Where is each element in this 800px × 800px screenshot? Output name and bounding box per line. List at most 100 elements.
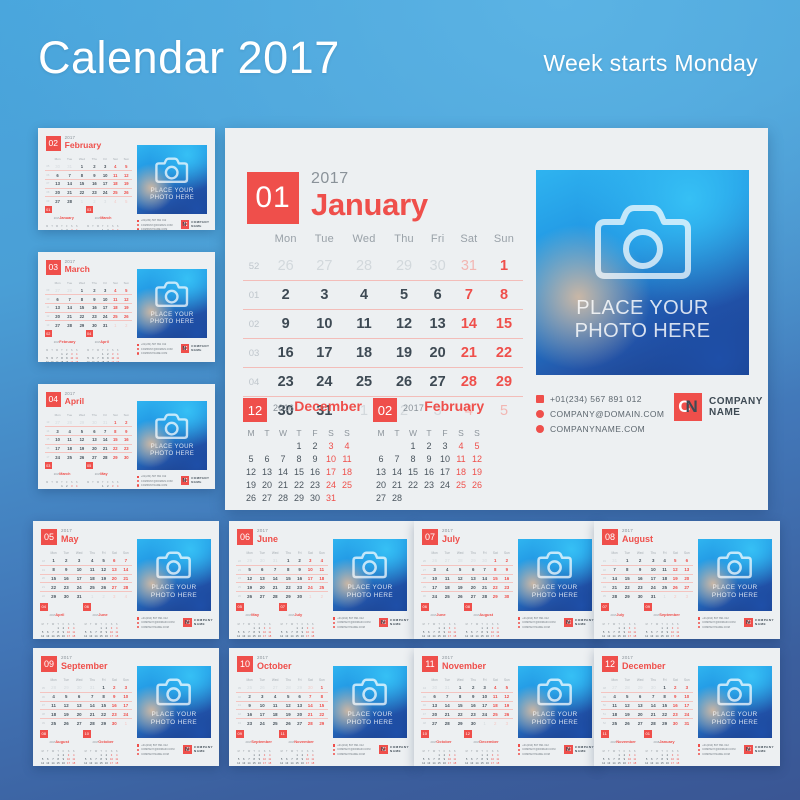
thumbnail-card-august[interactable]: 08 2017 August Mon Tue Wed Thu Fri Sat Sun 31 31 1 2 3… [594, 521, 780, 639]
day-cell[interactable]: 10 [306, 309, 343, 339]
day-cell[interactable]: 7 [452, 280, 485, 310]
day-cell[interactable]: 25 [342, 367, 386, 397]
day-cell[interactable]: 29 [484, 367, 523, 397]
thumb-mini-month: October [98, 739, 114, 744]
thumb-day-cell: 5 [98, 557, 109, 566]
day-cell[interactable]: 23 [265, 367, 307, 397]
day-cell[interactable]: 6 [422, 280, 453, 310]
mini-day-cell [373, 439, 389, 452]
thumb-photo-placeholder[interactable]: PLACE YOUR PHOTO HERE [518, 666, 592, 738]
mini-calendar-next[interactable]: 02 2017February M T W T F S S 1 2 3 4 5 6 7 8 9 10 11 12 13 14… [373, 398, 485, 505]
camera-icon [717, 551, 753, 579]
day-cell[interactable]: 1 [484, 252, 523, 281]
thumb-day-cell: 22 [315, 709, 328, 720]
day-cell[interactable]: 26 [385, 367, 423, 397]
day-cell[interactable]: 12 [385, 309, 423, 339]
thumb-mini-next: 012018January M T W T F S S 1 2 3 4 5 6 7 8 9 10 11 12 13 14 1… [644, 730, 680, 766]
thumb-day-cell: 30 [51, 162, 65, 172]
thumbnail-card-april[interactable]: 04 2017 April Mon Tue Wed Thu Fri Sat Sun 13 27 28 29… [38, 384, 215, 489]
thumb-photo-placeholder[interactable]: PLACE YOUR PHOTO HERE [136, 269, 208, 338]
thumb-company-name: COMPANY NAME [191, 220, 210, 228]
thumbnail-card-may[interactable]: 05 2017 May Mon Tue Wed Thu Fri Sat Sun 18 1 2 3 4 5 6 7 1… [33, 521, 219, 639]
mini-month-name: February [424, 398, 485, 414]
thumbnail-card-november[interactable]: 11 2017 November Mon Tue Wed Thu Fri Sat Sun 44 30 3… [414, 648, 600, 766]
day-cell[interactable]: 22 [484, 338, 523, 368]
thumb-photo-placeholder[interactable]: PLACE YOUR PHOTO HERE [518, 539, 592, 611]
day-cell[interactable]: 9 [265, 309, 307, 339]
company-logo[interactable]: CN COMPANY NAME [674, 393, 763, 421]
thumb-week-number: 43 [237, 721, 241, 726]
mini-calendar-previous[interactable]: 12 2016December M T W T F S S 1 2 3 4 5 6 7 8 9 10 11 12 13 14… [243, 398, 362, 505]
thumb-mini-month: May [100, 472, 108, 477]
thumb-day-cell: 3 [100, 286, 111, 296]
thumb-mini-month: March [100, 216, 112, 221]
day-cell[interactable]: 2 [265, 280, 307, 310]
day-cell[interactable]: 21 [452, 338, 485, 368]
thumb-photo-placeholder[interactable]: PLACE YOUR PHOTO HERE [136, 401, 208, 470]
phone-icon [333, 744, 336, 747]
thumbnail-card-june[interactable]: 06 2017 June Mon Tue Wed Thu Fri Sat Sun 22 29 30 31 1… [229, 521, 415, 639]
thumb-photo-placeholder[interactable]: PLACE YOUR PHOTO HERE [698, 666, 772, 738]
thumb-mini-month: March [59, 472, 71, 477]
thumb-day-cell: 31 [607, 557, 622, 566]
day-cell[interactable]: 27 [422, 367, 453, 397]
photo-placeholder-text: PLACE YOUR PHOTO HERE [574, 297, 711, 342]
thumb-photo-placeholder[interactable]: PLACE YOUR PHOTO HERE [698, 539, 772, 611]
day-cell[interactable]: 17 [306, 338, 343, 368]
thumb-photo-placeholder[interactable]: PLACE YOUR PHOTO HERE [136, 145, 208, 214]
thumbnail-card-february[interactable]: 02 2017 February Mon Tue Wed Thu Fri Sat Sun 05 30 3… [38, 128, 215, 230]
thumb-mini-number: 01 [644, 730, 652, 738]
thumb-day-cell: 16 [669, 701, 681, 711]
day-cell[interactable]: 19 [385, 338, 423, 368]
thumbnail-card-march[interactable]: 03 2017 March Mon Tue Wed Thu Fri Sat Sun 09 27 28 1 2… [38, 252, 215, 362]
day-cell[interactable]: 20 [422, 338, 453, 368]
thumb-mini-number: 01 [44, 206, 52, 214]
thumb-day-cell: 23 [108, 709, 120, 720]
day-cell[interactable]: 15 [484, 309, 523, 339]
thumb-photo-placeholder[interactable]: PLACE YOUR PHOTO HERE [137, 539, 211, 611]
thumb-day-cell: 3 [100, 162, 111, 172]
day-cell[interactable]: 28 [342, 252, 386, 281]
month-grid[interactable]: Mon Tue Wed Thu Fri Sat Sun 52 26 27 28 29 30 31 1 01 2 3… [243, 233, 523, 425]
thumbnail-card-july[interactable]: 07 2017 July Mon Tue Wed Thu Fri Sat Sun 26 26 27 28 2… [414, 521, 600, 639]
day-cell[interactable]: 27 [306, 252, 343, 281]
thumb-mini-month: October [436, 739, 452, 744]
thumb-week-number: 44 [421, 684, 428, 693]
thumb-photo-placeholder[interactable]: PLACE YOUR PHOTO HERE [333, 539, 407, 611]
day-cell[interactable]: 5 [485, 397, 523, 426]
day-cell[interactable]: 14 [452, 309, 485, 339]
day-cell[interactable]: 28 [452, 367, 485, 397]
day-cell[interactable]: 5 [385, 280, 423, 310]
thumb-day-cell: 3 [427, 565, 442, 575]
thumb-photo-placeholder[interactable]: PLACE YOUR PHOTO HERE [137, 666, 211, 738]
thumb-day-cell: 6 [88, 426, 101, 436]
day-cell[interactable]: 18 [342, 338, 386, 368]
day-cell[interactable]: 3 [306, 280, 343, 310]
day-cell[interactable]: 31 [452, 252, 485, 281]
day-cell[interactable]: 4 [342, 280, 386, 310]
thumb-day-cell: 18 [315, 574, 328, 584]
thumb-photo-text: PLACE YOUR PHOTO HERE [346, 584, 394, 599]
thumb-photo-placeholder[interactable]: PLACE YOUR PHOTO HERE [333, 666, 407, 738]
day-cell[interactable]: 29 [385, 252, 423, 281]
day-cell[interactable]: 11 [342, 309, 386, 339]
thumb-day-cell: 29 [624, 593, 630, 599]
main-calendar-card[interactable]: 01 2017 January Mon Tue Wed Thu Fri Sat Sun 52 2… [225, 128, 768, 510]
photo-placeholder[interactable]: PLACE YOUR PHOTO HERE [536, 170, 749, 375]
mini-day-cell: 12 [471, 453, 482, 464]
day-cell[interactable]: 24 [306, 367, 343, 397]
month-number-badge: 01 [247, 172, 299, 224]
mini-weekday: S [344, 428, 350, 438]
day-cell[interactable]: 16 [265, 338, 307, 368]
thumbnail-card-december[interactable]: 12 2017 December Mon Tue Wed Thu Fri Sat Sun 48 27 2… [594, 648, 780, 766]
day-cell[interactable]: 30 [422, 252, 453, 281]
thumb-day-cell: 25 [612, 720, 618, 726]
thumbnail-card-october[interactable]: 10 2017 October Mon Tue Wed Thu Fri Sat Sun 39 25 26… [229, 648, 415, 766]
day-cell[interactable]: 8 [484, 280, 523, 310]
thumb-day-cell: 2 [242, 692, 257, 702]
thumbnail-card-september[interactable]: 09 2017 September Mon Tue Wed Thu Fri Sat Sun 35 28… [33, 648, 219, 766]
day-cell[interactable]: 26 [265, 252, 307, 281]
thumb-day-cell: 2 [120, 418, 133, 428]
day-cell[interactable]: 13 [422, 309, 453, 339]
thumb-mini-month: July [294, 612, 303, 617]
